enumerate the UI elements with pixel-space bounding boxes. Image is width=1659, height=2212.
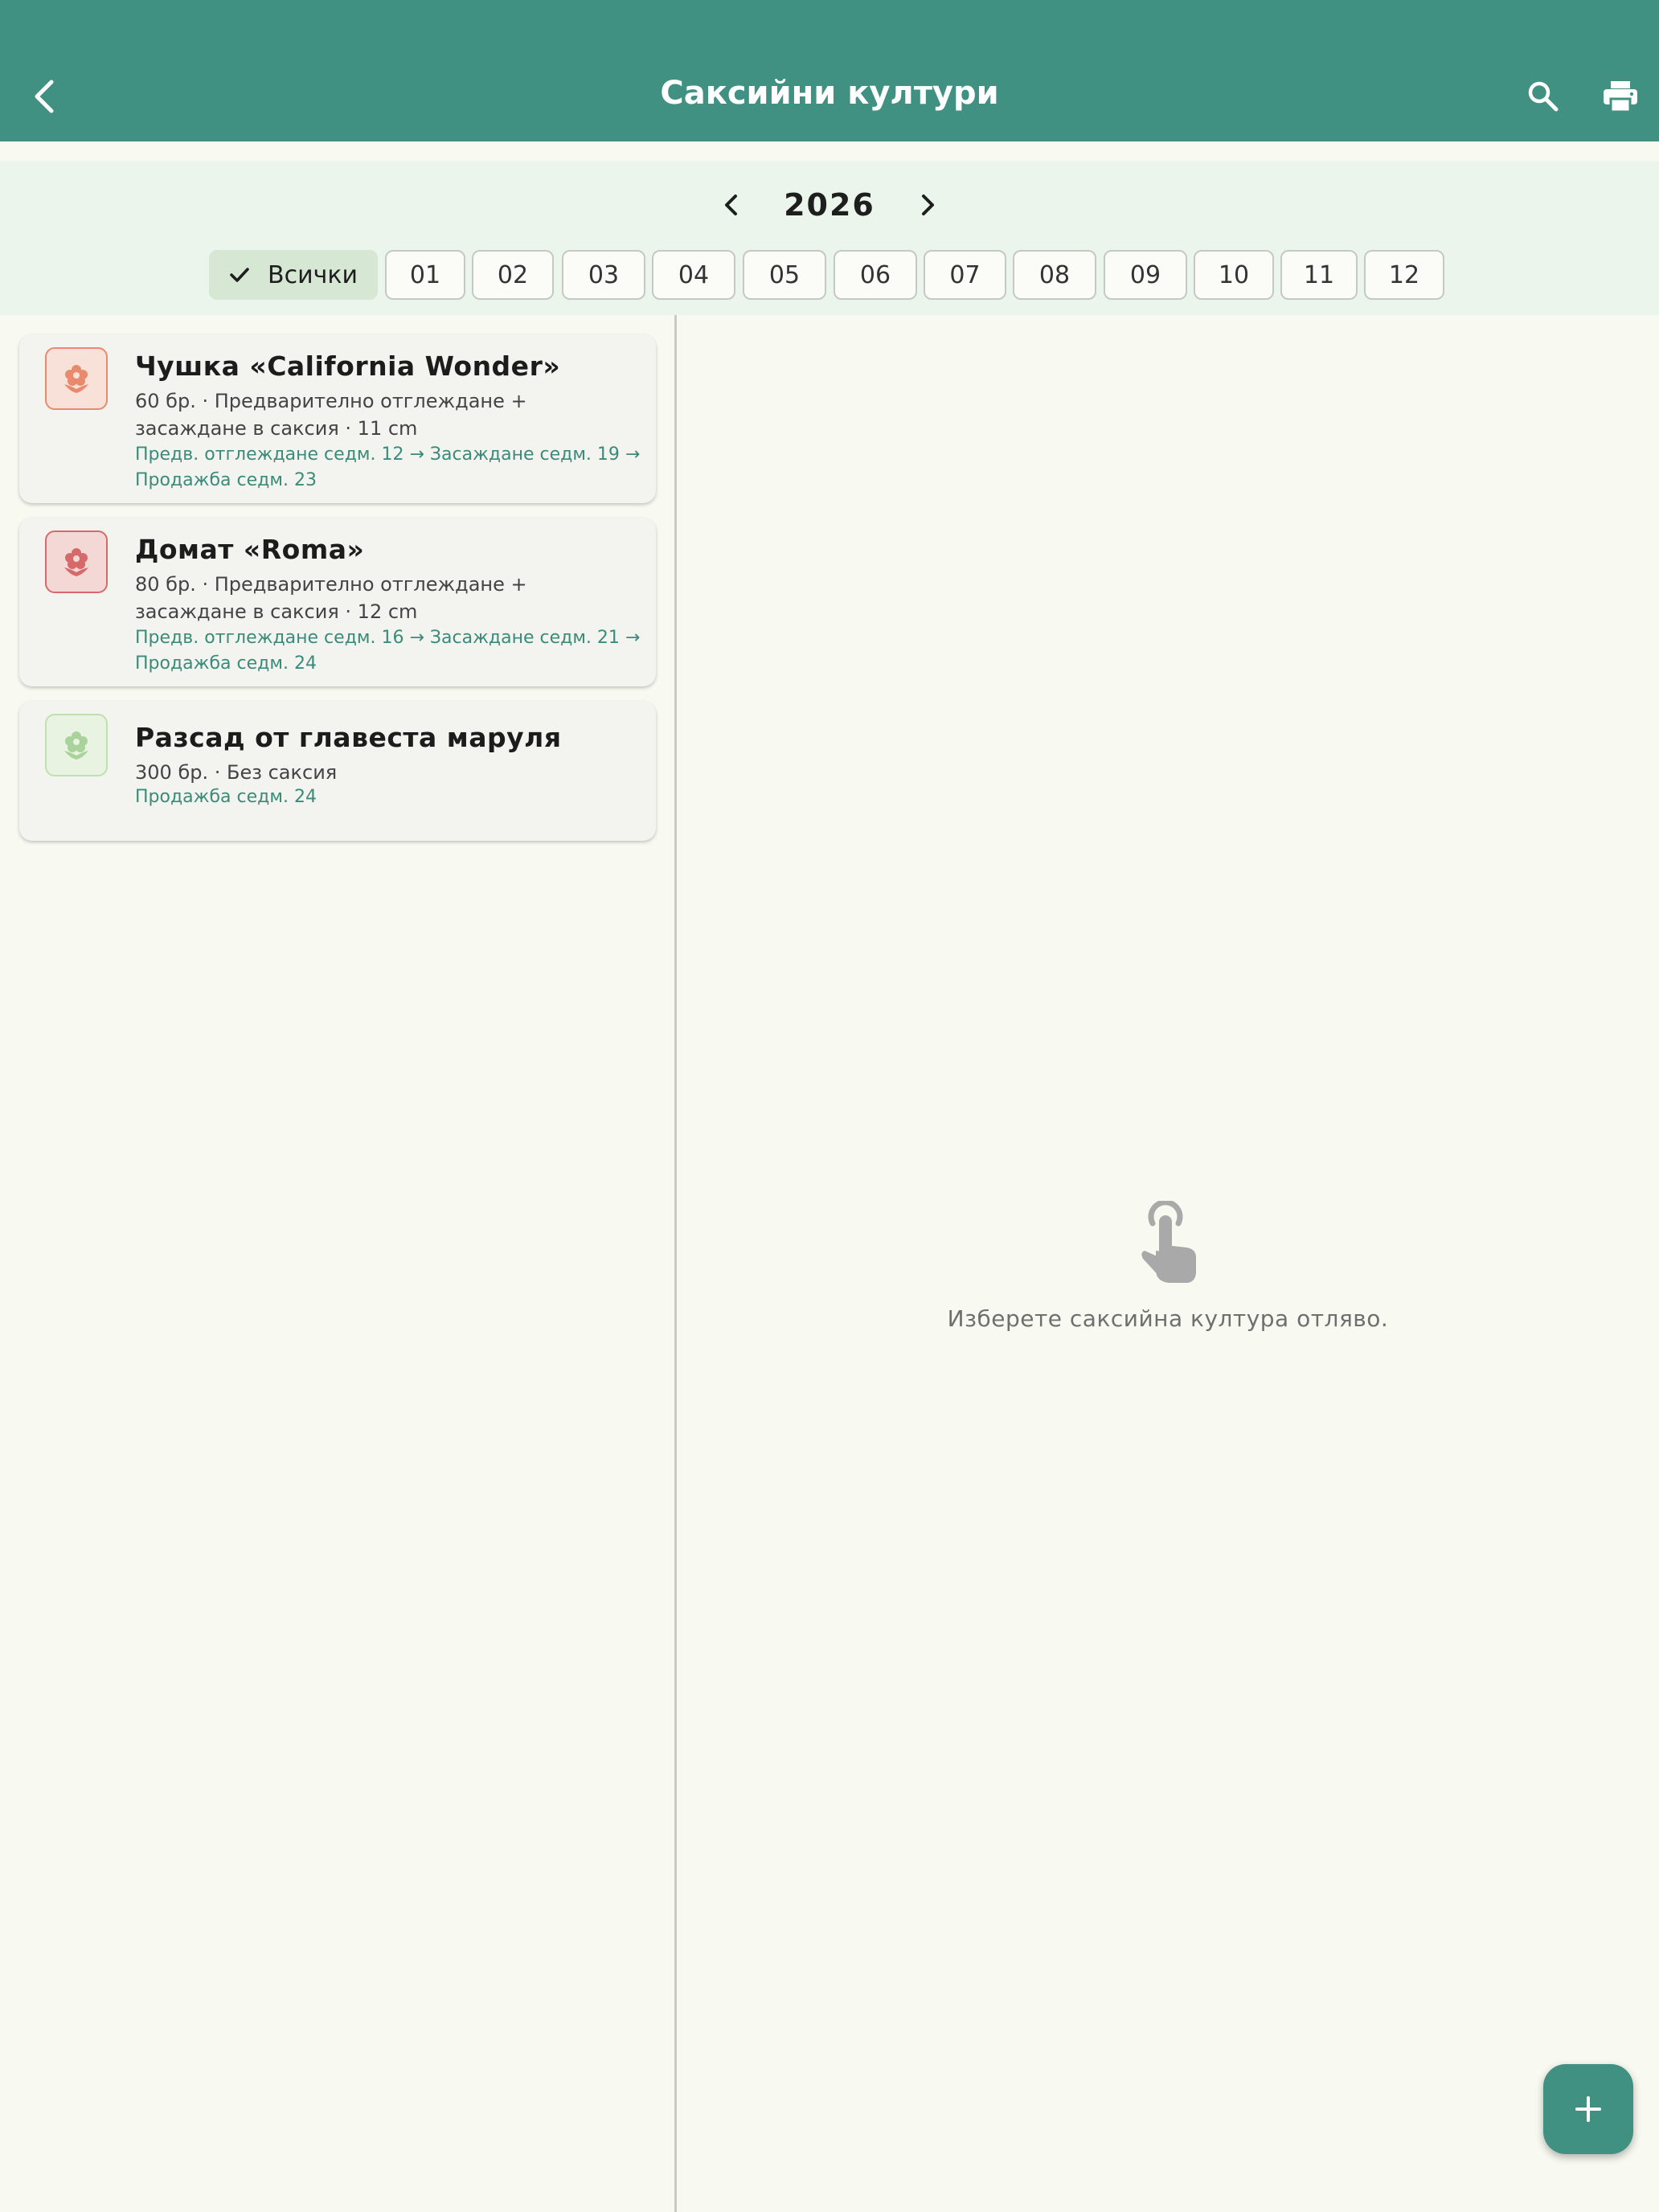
plant-details: 60 бр. · Предварително отглеждане + заса…	[135, 390, 527, 440]
plant-badge	[45, 714, 108, 776]
check-icon	[230, 268, 249, 282]
plant-schedule: Продажба седм. 24	[135, 787, 317, 807]
plant-card[interactable]: Разсад от главеста маруля 300 бр. · Без …	[19, 701, 656, 841]
flower-icon	[64, 731, 88, 760]
detail-empty-state: Изберете саксийна култура отляво.	[677, 0, 1659, 2212]
filter-chip-all-label: Всички	[268, 260, 358, 289]
filter-chip-month-01[interactable]: 01	[385, 250, 465, 300]
flower-icon	[64, 548, 88, 576]
plus-icon	[1575, 2096, 1601, 2122]
plant-card[interactable]: Чушка «California Wonder» 60 бр. · Предв…	[19, 334, 656, 503]
plant-name: Разсад от главеста маруля	[135, 722, 562, 753]
filter-chip-month-02[interactable]: 02	[472, 250, 554, 300]
plant-card[interactable]: Домат «Roma» 80 бр. · Предварително отгл…	[19, 518, 656, 686]
plant-details: 300 бр. · Без саксия	[135, 761, 338, 784]
plant-name: Домат «Roma»	[135, 534, 365, 565]
plant-details: 80 бр. · Предварително отглеждане + заса…	[135, 573, 527, 623]
plant-badge	[45, 347, 108, 410]
plant-name: Чушка «California Wonder»	[135, 350, 561, 382]
plant-schedule: Предв. отглеждане седм. 12 → Засаждане с…	[135, 444, 641, 490]
plant-badge	[45, 530, 108, 593]
filter-chip-month-03[interactable]: 03	[562, 250, 645, 300]
plant-schedule: Предв. отглеждане седм. 16 → Засаждане с…	[135, 628, 641, 674]
empty-state-message: Изберете саксийна култура отляво.	[947, 1305, 1389, 1332]
add-plant-button[interactable]	[1543, 2064, 1633, 2154]
touch-icon	[1141, 1201, 1196, 1283]
flower-icon	[64, 365, 88, 393]
filter-chip-all[interactable]: Всички	[209, 250, 378, 300]
